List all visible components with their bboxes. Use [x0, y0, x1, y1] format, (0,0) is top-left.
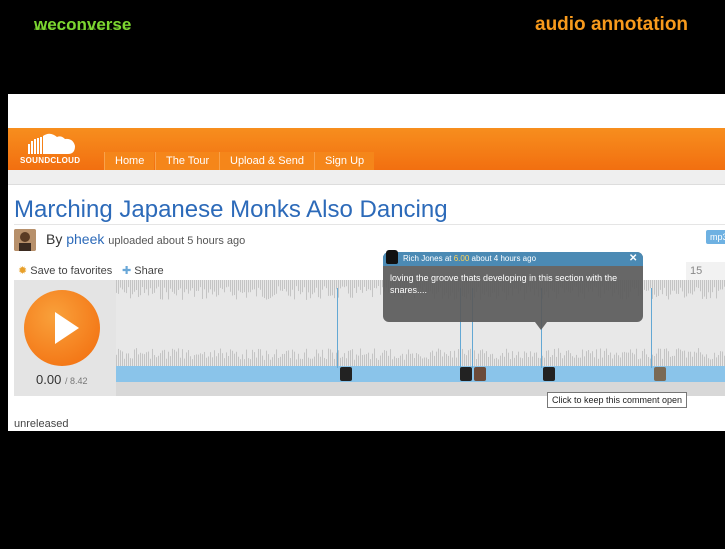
share-icon: ✚: [122, 265, 132, 277]
share-button[interactable]: ✚ Share: [122, 264, 164, 277]
nav-the-tour[interactable]: The Tour: [155, 152, 220, 170]
cloud-icon: [28, 133, 75, 154]
brand-logo-reflection: weconverse: [34, 26, 132, 33]
comment-timeline[interactable]: [116, 366, 725, 382]
comment-avatar[interactable]: [474, 367, 486, 381]
nav-home[interactable]: Home: [104, 152, 155, 170]
comment-age: about 4 hours ago: [471, 254, 537, 263]
comment-popup[interactable]: Rich Jones at 6.00 about 4 hours ago ✕ l…: [383, 250, 643, 322]
star-icon: ✹: [18, 265, 28, 277]
time-current: 0.00: [36, 372, 62, 387]
mp3-badge[interactable]: mp3: [706, 230, 725, 244]
commenter-avatar[interactable]: [386, 250, 398, 264]
comment-avatar[interactable]: [460, 367, 472, 381]
keep-open-tooltip: Click to keep this comment open: [547, 392, 688, 408]
play-icon: [55, 312, 79, 344]
comment-marker-line: [651, 288, 652, 368]
play-count: 15 Plays: [686, 262, 725, 295]
nav-upload-send[interactable]: Upload & Send: [219, 152, 314, 170]
comment-marker-line: [337, 288, 338, 368]
comment-at-label: at: [444, 254, 452, 263]
frame-headline: audio annotation: [535, 14, 689, 35]
user-avatar[interactable]: [14, 229, 36, 251]
close-icon[interactable]: ✕: [629, 253, 637, 264]
subheader-strip: [8, 170, 725, 185]
comment-popup-pointer: [535, 322, 547, 330]
nav-sign-up[interactable]: Sign Up: [314, 152, 375, 170]
time-display: 0.00 / 8.42: [36, 372, 87, 387]
comment-avatar[interactable]: [543, 367, 555, 381]
track-title[interactable]: Marching Japanese Monks Also Dancing: [14, 196, 448, 224]
upload-time: uploaded about 5 hours ago: [108, 235, 246, 247]
comment-header-text: Rich Jones at 6.00 about 4 hours ago: [403, 254, 536, 263]
save-to-favorites-label: Save to favorites: [30, 265, 113, 277]
soundcloud-logo-text: SOUNDCLOUD: [20, 156, 81, 165]
byline: By pheek uploaded about 5 hours ago: [46, 231, 245, 247]
comment-body: loving the groove thats developing in th…: [390, 273, 618, 295]
release-status: unreleased: [14, 418, 69, 430]
soundcloud-logo[interactable]: SOUNDCLOUD: [8, 128, 96, 170]
play-button[interactable]: [24, 290, 100, 366]
by-label: By: [46, 231, 63, 247]
comment-author[interactable]: Rich Jones: [403, 254, 443, 263]
title-divider: [14, 224, 725, 225]
comment-avatar[interactable]: [340, 367, 352, 381]
share-label: Share: [134, 265, 164, 277]
save-to-favorites-button[interactable]: ✹ Save to favorites: [18, 264, 112, 277]
avatar-image: [14, 229, 36, 251]
comment-timestamp[interactable]: 6.00: [454, 254, 470, 263]
username-link[interactable]: pheek: [66, 231, 104, 247]
comment-avatar[interactable]: [654, 367, 666, 381]
time-total: / 8.42: [64, 376, 88, 386]
